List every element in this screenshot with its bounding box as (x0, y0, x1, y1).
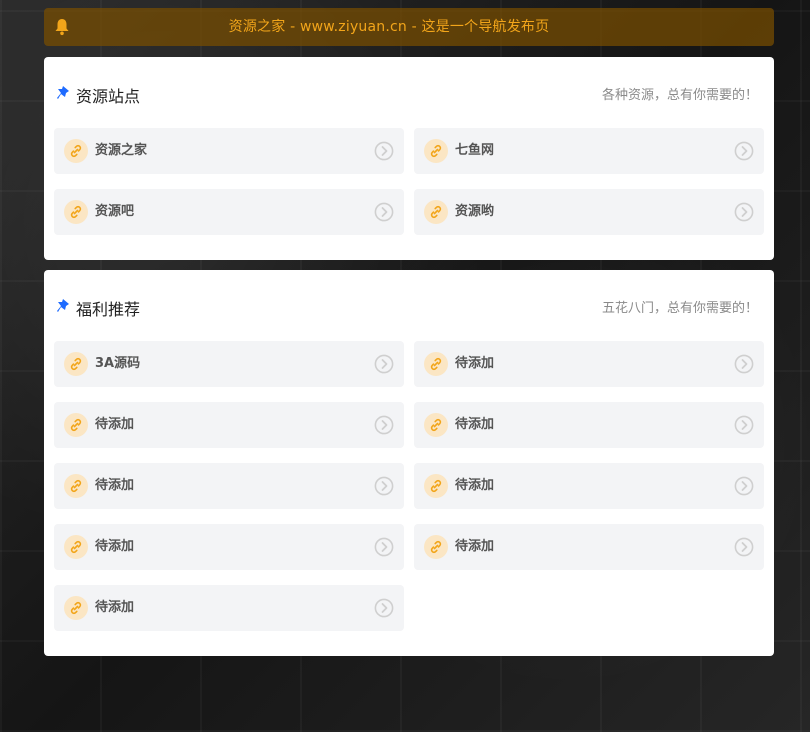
link-icon (64, 139, 88, 163)
link-icon (64, 474, 88, 498)
link-card-qiyuwang[interactable]: 七鱼网 (414, 128, 764, 174)
link-icon (424, 413, 448, 437)
link-icon (424, 474, 448, 498)
link-card-placeholder[interactable]: 待添加 (414, 341, 764, 387)
link-label: 待添加 (95, 478, 135, 493)
link-card-placeholder[interactable]: 待添加 (54, 524, 404, 570)
chevron-right-circle-icon (734, 141, 754, 161)
chevron-right-circle-icon (374, 598, 394, 618)
chevron-right-circle-icon (734, 202, 754, 222)
link-card-placeholder[interactable]: 待添加 (414, 402, 764, 448)
chevron-right-circle-icon (374, 537, 394, 557)
link-card-ziyuanba[interactable]: 资源吧 (54, 189, 404, 235)
link-label: 资源之家 (95, 143, 148, 158)
link-icon (64, 413, 88, 437)
chevron-right-circle-icon (374, 476, 394, 496)
link-card-placeholder[interactable]: 待添加 (414, 524, 764, 570)
section-tagline: 五花八门，总有你需要的！ (601, 301, 758, 316)
link-card-ziyuanyo[interactable]: 资源哟 (414, 189, 764, 235)
link-label: 待添加 (455, 539, 495, 554)
link-card-placeholder[interactable]: 待添加 (414, 463, 764, 509)
chevron-right-circle-icon (734, 537, 754, 557)
link-icon (64, 596, 88, 620)
link-label: 资源吧 (95, 204, 135, 219)
chevron-right-circle-icon (374, 354, 394, 374)
section-welfare-recommend: 福利推荐 五花八门，总有你需要的！ 3A源码 待添加 待添加 待添加 待添加 待… (44, 270, 774, 656)
chevron-right-circle-icon (374, 415, 394, 435)
pin-icon (57, 86, 69, 99)
link-label: 资源哟 (455, 204, 495, 219)
link-icon (64, 200, 88, 224)
link-icon (424, 535, 448, 559)
link-card-placeholder[interactable]: 待添加 (54, 402, 404, 448)
section-title: 福利推荐 (76, 300, 141, 319)
link-card-placeholder[interactable]: 待添加 (54, 585, 404, 631)
section-resource-sites: 资源站点 各种资源，总有你需要的！ 资源之家 七鱼网 资源吧 资源哟 (44, 57, 774, 260)
link-label: 待添加 (455, 417, 495, 432)
chevron-right-circle-icon (374, 141, 394, 161)
link-label: 待添加 (95, 600, 135, 615)
link-label: 待添加 (455, 478, 495, 493)
link-icon (424, 139, 448, 163)
link-label: 七鱼网 (455, 143, 495, 158)
section-tagline: 各种资源，总有你需要的！ (601, 88, 758, 103)
section-header: 资源站点 各种资源，总有你需要的！ (44, 57, 774, 127)
link-icon (64, 535, 88, 559)
link-icon (424, 352, 448, 376)
link-card-ziyuanzhijia[interactable]: 资源之家 (54, 128, 404, 174)
chevron-right-circle-icon (734, 415, 754, 435)
notice-bar: 资源之家 - www.ziyuan.cn - 这是一个导航发布页 (44, 8, 774, 46)
pin-icon (57, 299, 69, 312)
chevron-right-circle-icon (734, 476, 754, 496)
link-label: 待添加 (95, 417, 135, 432)
chevron-right-circle-icon (374, 202, 394, 222)
link-icon (424, 200, 448, 224)
link-label: 待添加 (455, 356, 495, 371)
link-icon (64, 352, 88, 376)
link-label: 3A源码 (95, 356, 141, 371)
section-title: 资源站点 (76, 87, 141, 106)
link-card-3a-yuanma[interactable]: 3A源码 (54, 341, 404, 387)
notice-text: 资源之家 - www.ziyuan.cn - 这是一个导航发布页 (228, 19, 550, 35)
link-label: 待添加 (95, 539, 135, 554)
link-card-placeholder[interactable]: 待添加 (54, 463, 404, 509)
section-header: 福利推荐 五花八门，总有你需要的！ (44, 270, 774, 340)
chevron-right-circle-icon (734, 354, 754, 374)
